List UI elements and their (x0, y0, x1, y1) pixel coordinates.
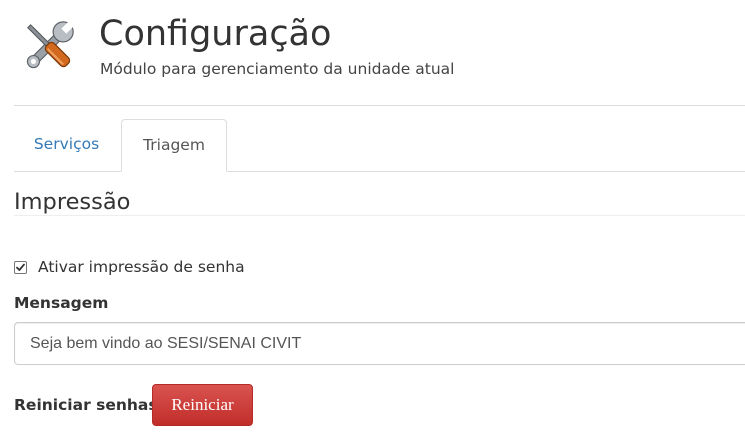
tab-bar: Serviços Triagem (14, 119, 745, 172)
page-title: Configuração (99, 14, 332, 54)
print-toggle-checkbox[interactable] (14, 260, 27, 274)
tab-servicos[interactable]: Serviços (14, 119, 119, 170)
reset-button[interactable]: Reiniciar (152, 384, 253, 426)
check-icon (16, 263, 25, 271)
section-divider (14, 215, 745, 216)
print-toggle-row: Ativar impressão de senha (14, 256, 245, 278)
section-title: Impressão (14, 189, 131, 215)
configuration-page: Configuração Módulo para gerenciamento d… (0, 0, 745, 434)
header-divider (14, 105, 745, 106)
reset-passwords-label: Reiniciar senhas (14, 396, 158, 414)
tab-triagem[interactable]: Triagem (121, 119, 227, 172)
tools-icon (18, 16, 80, 76)
print-toggle-label[interactable]: Ativar impressão de senha (38, 256, 245, 278)
page-subtitle: Módulo para gerenciamento da unidade atu… (100, 60, 455, 78)
message-label: Mensagem (14, 294, 109, 312)
message-input[interactable]: Seja bem vindo ao SESI/SENAI CIVIT (14, 322, 745, 365)
